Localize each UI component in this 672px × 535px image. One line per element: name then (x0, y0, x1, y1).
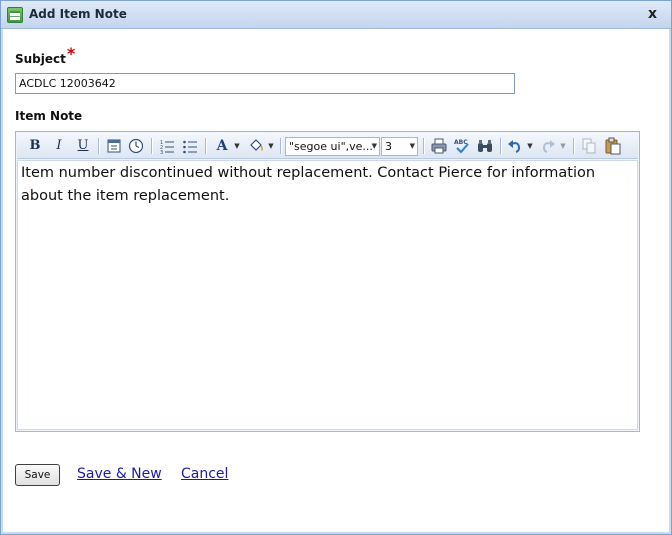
toolbar-separator (280, 138, 281, 154)
note-icon (7, 7, 23, 23)
spell-check-icon: ABC (454, 139, 469, 154)
save-and-new-link[interactable]: Save & New (77, 466, 162, 482)
rich-text-editor: B I U 1 2 3 A ▼ ▼ "segoe ui",ve... ▼ 3 ▼… (15, 131, 640, 432)
toolbar-separator (423, 138, 424, 154)
title-bar: Add Item Note x (1, 1, 671, 29)
undo-button[interactable] (505, 136, 525, 156)
font-color-button[interactable]: A (212, 136, 232, 156)
paint-bucket-icon (250, 139, 263, 152)
find-button[interactable] (475, 136, 495, 156)
font-size-select[interactable]: 3 ▼ (381, 137, 418, 156)
subject-label: Subject* (15, 44, 75, 67)
font-size-value: 3 (385, 140, 392, 153)
toolbar-separator (151, 138, 152, 154)
binoculars-icon (478, 140, 492, 152)
bullet-list-button[interactable] (180, 136, 200, 156)
insert-time-button[interactable] (126, 136, 146, 156)
calendar-icon (107, 139, 121, 153)
font-name-select[interactable]: "segoe ui",ve... ▼ (285, 137, 380, 156)
toolbar-separator (98, 138, 99, 154)
redo-icon (542, 140, 555, 153)
copy-icon (582, 138, 596, 154)
toolbar-separator (500, 138, 501, 154)
window-title: Add Item Note (29, 7, 127, 21)
spell-check-button[interactable]: ABC (452, 136, 472, 156)
undo-icon (508, 140, 521, 153)
paste-button[interactable] (603, 136, 623, 156)
toolbar-separator (573, 138, 574, 154)
save-button[interactable]: Save (15, 464, 60, 486)
numbered-list-button[interactable]: 1 2 3 (157, 136, 177, 156)
numbered-list-icon: 1 2 3 (160, 140, 174, 156)
insert-date-button[interactable] (104, 136, 124, 156)
copy-button[interactable] (579, 136, 599, 156)
clock-icon (128, 138, 144, 154)
paste-icon (605, 137, 621, 155)
font-color-dropdown-icon[interactable]: ▼ (233, 136, 241, 156)
required-mark: * (66, 44, 76, 63)
redo-dropdown-icon[interactable]: ▼ (559, 136, 567, 156)
undo-dropdown-icon[interactable]: ▼ (526, 136, 534, 156)
underline-button[interactable]: U (73, 136, 93, 156)
subject-label-text: Subject (15, 52, 66, 66)
cancel-link[interactable]: Cancel (181, 466, 228, 482)
printer-icon (431, 138, 447, 154)
highlight-color-button[interactable] (246, 136, 266, 156)
note-content-area[interactable]: Item number discontinued without replace… (17, 160, 638, 430)
highlight-color-dropdown-icon[interactable]: ▼ (267, 136, 275, 156)
chevron-down-icon: ▼ (409, 142, 415, 150)
font-name-value: "segoe ui",ve... (289, 140, 373, 153)
print-button[interactable] (429, 136, 449, 156)
add-item-note-dialog: Add Item Note x Subject* ACDLC 12003642 … (0, 0, 672, 535)
redo-button[interactable] (538, 136, 558, 156)
editor-toolbar: B I U 1 2 3 A ▼ ▼ "segoe ui",ve... ▼ 3 ▼… (17, 133, 638, 159)
svg-text:3: 3 (160, 150, 163, 156)
bold-button[interactable]: B (25, 136, 45, 156)
toolbar-separator (205, 138, 206, 154)
italic-button[interactable]: I (49, 136, 69, 156)
subject-input[interactable]: ACDLC 12003642 (15, 73, 515, 94)
close-button[interactable]: x (648, 6, 657, 22)
item-note-label: Item Note (15, 109, 83, 123)
chevron-down-icon: ▼ (371, 142, 377, 150)
bullet-list-icon (183, 140, 197, 154)
